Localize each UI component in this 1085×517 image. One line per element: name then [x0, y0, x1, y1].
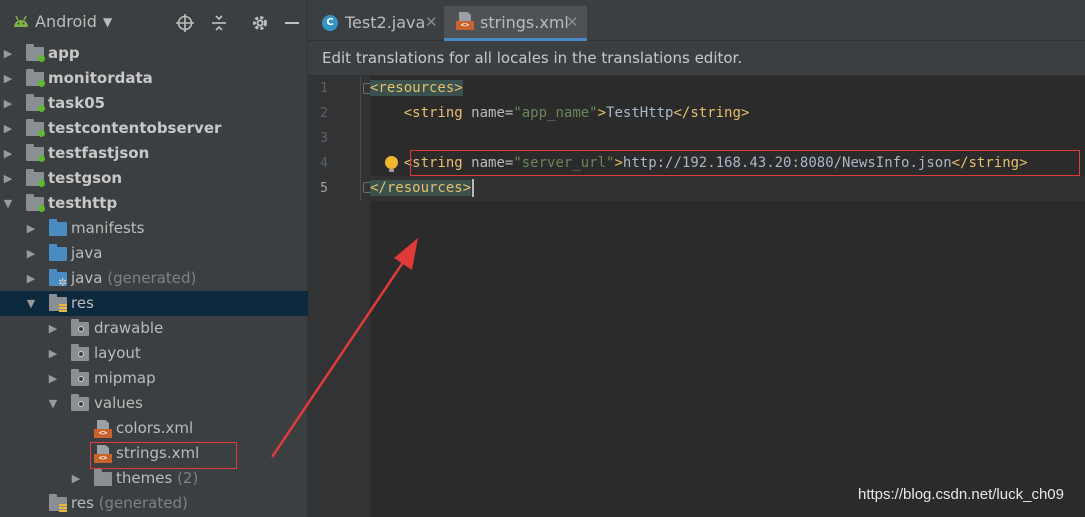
module-folder-icon: [26, 119, 45, 137]
folder-icon: [94, 469, 112, 486]
tree-item-manifests[interactable]: ▶ manifests: [0, 216, 308, 241]
tree-item-testcontentobserver[interactable]: ▶ testcontentobserver: [0, 116, 308, 141]
code-editor[interactable]: <resources> <string name="app_name">Test…: [370, 76, 1085, 517]
gear-icon[interactable]: [251, 14, 269, 32]
tree-item-layout[interactable]: ▶ layout: [0, 341, 308, 366]
tree-item-res[interactable]: ▼ res: [0, 291, 308, 316]
expand-arrow-icon[interactable]: ▶: [25, 241, 37, 266]
code-line-1: <resources>: [370, 80, 463, 96]
expand-arrow-icon[interactable]: ▶: [25, 266, 37, 291]
tree-item-mipmap[interactable]: ▶ mipmap: [0, 366, 308, 391]
android-icon: [14, 15, 28, 27]
line-number: 2: [320, 106, 328, 121]
collapse-all-icon[interactable]: [210, 14, 228, 32]
project-toolbar: Android ▼: [0, 0, 308, 42]
tree-item-monitordata[interactable]: ▶ monitordata: [0, 66, 308, 91]
project-panel: Android ▼ ▶ app ▶ monitordata ▶ task05 ▶…: [0, 0, 308, 517]
hide-panel-icon[interactable]: [283, 14, 301, 32]
annotation-box-strings-xml: [90, 442, 237, 469]
collapse-arrow-icon[interactable]: ▼: [47, 391, 59, 416]
tree-item-app[interactable]: ▶ app: [0, 41, 308, 66]
line-number: 5: [320, 181, 328, 196]
tab-test2-java[interactable]: C Test2.java ✕: [308, 6, 443, 41]
expand-arrow-icon[interactable]: ▶: [70, 466, 82, 491]
expand-arrow-icon[interactable]: ▶: [47, 366, 59, 391]
package-folder-icon: [71, 369, 89, 386]
xml-file-icon: <>: [94, 420, 112, 438]
tree-item-testfastjson[interactable]: ▶ testfastjson: [0, 141, 308, 166]
line-number: 3: [320, 131, 328, 146]
xml-file-icon: <>: [456, 12, 474, 30]
module-folder-icon: [26, 144, 45, 162]
expand-arrow-icon[interactable]: ▶: [2, 116, 14, 141]
tree-item-res-generated[interactable]: res (generated): [0, 491, 308, 516]
tree-item-java-generated[interactable]: ▶ ✲ java (generated): [0, 266, 308, 291]
java-class-icon: C: [322, 15, 338, 31]
module-folder-icon: [26, 169, 45, 187]
annotation-box-server-url: [410, 150, 1080, 176]
tree-item-java[interactable]: ▶ java: [0, 241, 308, 266]
expand-arrow-icon[interactable]: ▶: [25, 216, 37, 241]
package-folder-icon: [71, 394, 89, 411]
folder-icon: [49, 219, 67, 236]
expand-arrow-icon[interactable]: ▶: [47, 316, 59, 341]
text-caret: [472, 179, 475, 197]
crosshair-icon[interactable]: [176, 14, 194, 32]
tree-item-colors-xml[interactable]: <> colors.xml: [0, 416, 308, 441]
translations-banner: Edit translations for all locales in the…: [308, 41, 1085, 76]
expand-arrow-icon[interactable]: ▶: [2, 91, 14, 116]
expand-arrow-icon[interactable]: ▶: [47, 341, 59, 366]
package-folder-icon: [71, 344, 89, 361]
expand-arrow-icon[interactable]: ▶: [2, 66, 14, 91]
close-tab-icon[interactable]: ✕: [566, 6, 579, 39]
line-number: 1: [320, 81, 328, 96]
resource-folder-icon: [49, 294, 67, 312]
editor-tab-bar: C Test2.java ✕ <> strings.xml ✕: [308, 0, 1085, 41]
collapse-arrow-icon[interactable]: ▼: [25, 291, 37, 316]
tree-item-themes[interactable]: ▶ themes (2): [0, 466, 308, 491]
module-folder-icon: [26, 94, 45, 112]
tab-strings-xml[interactable]: <> strings.xml ✕: [444, 6, 587, 41]
close-tab-icon[interactable]: ✕: [425, 6, 438, 39]
collapse-arrow-icon[interactable]: ▼: [2, 191, 14, 216]
watermark: https://blog.csdn.net/luck_ch09: [858, 486, 1064, 503]
package-folder-icon: [71, 319, 89, 336]
tree-item-testhttp[interactable]: ▼ testhttp: [0, 191, 308, 216]
expand-arrow-icon[interactable]: ▶: [2, 141, 14, 166]
project-view-selector[interactable]: Android: [35, 10, 97, 34]
tree-item-drawable[interactable]: ▶ drawable: [0, 316, 308, 341]
tree-item-task05[interactable]: ▶ task05: [0, 91, 308, 116]
code-line-2: <string name="app_name">TestHttp</string…: [403, 105, 750, 121]
lightbulb-icon[interactable]: [385, 156, 398, 172]
resource-folder-icon: [49, 494, 67, 512]
module-folder-icon: [26, 194, 45, 212]
tree-item-values[interactable]: ▼ values: [0, 391, 308, 416]
expand-arrow-icon[interactable]: ▶: [2, 41, 14, 66]
expand-arrow-icon[interactable]: ▶: [2, 166, 14, 191]
chevron-down-icon[interactable]: ▼: [103, 10, 112, 34]
module-folder-icon: [26, 69, 45, 87]
indent-guide: [360, 76, 361, 200]
code-line-5: </resources>: [370, 176, 1085, 201]
folder-icon: [49, 244, 67, 261]
line-number: 4: [320, 156, 328, 171]
generated-folder-icon: ✲: [49, 269, 67, 288]
module-folder-icon: [26, 44, 45, 62]
tree-item-testgson[interactable]: ▶ testgson: [0, 166, 308, 191]
banner-text: Edit translations for all locales in the…: [322, 49, 743, 67]
